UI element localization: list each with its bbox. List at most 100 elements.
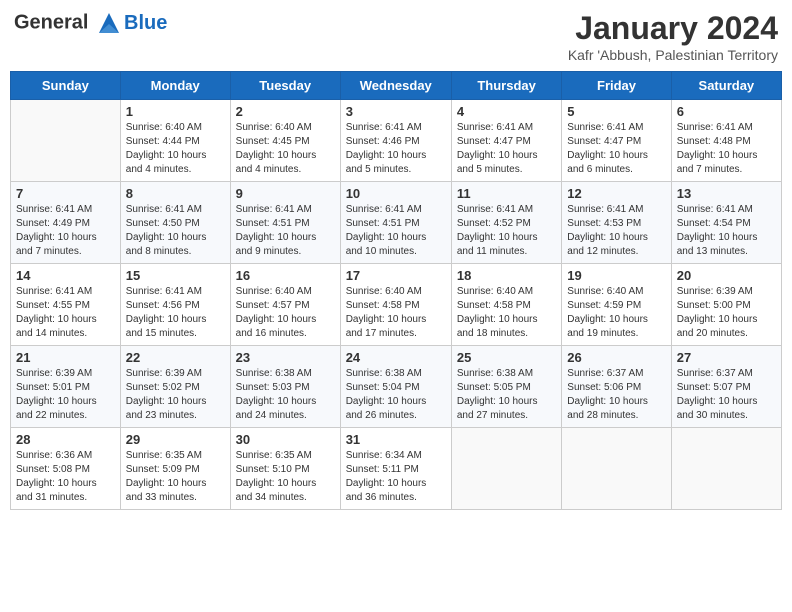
- title-section: January 2024 Kafr 'Abbush, Palestinian T…: [568, 10, 778, 63]
- day-number: 17: [346, 268, 446, 283]
- day-number: 3: [346, 104, 446, 119]
- calendar-cell: 30Sunrise: 6:35 AMSunset: 5:10 PMDayligh…: [230, 428, 340, 510]
- calendar-cell: [11, 100, 121, 182]
- day-number: 20: [677, 268, 776, 283]
- day-info: Sunrise: 6:40 AMSunset: 4:44 PMDaylight:…: [126, 121, 225, 177]
- day-info: Sunrise: 6:35 AMSunset: 5:10 PMDaylight:…: [236, 449, 335, 505]
- day-info: Sunrise: 6:41 AMSunset: 4:53 PMDaylight:…: [567, 203, 665, 259]
- day-info: Sunrise: 6:34 AMSunset: 5:11 PMDaylight:…: [346, 449, 446, 505]
- day-number: 4: [457, 104, 556, 119]
- calendar-cell: 29 Sunrise: 6:35 AMSunset: 5:09 PMDayligh…: [120, 428, 230, 510]
- calendar-cell: [451, 428, 561, 510]
- calendar-cell: 15 Sunrise: 6:41 AMSunset: 4:56 PMDayligh…: [120, 264, 230, 346]
- day-number: 13: [677, 186, 776, 201]
- calendar-week-5: 28 Sunrise: 6:36 AMSunset: 5:08 PMDayligh…: [11, 428, 782, 510]
- weekday-header-wednesday: Wednesday: [340, 72, 451, 100]
- day-number: 1: [126, 104, 225, 119]
- day-number: 28: [16, 432, 115, 447]
- calendar-cell: 8Sunrise: 6:41 AMSunset: 4:50 PMDaylight…: [120, 182, 230, 264]
- page-header: General Blue January 2024 Kafr 'Abbush, …: [10, 10, 782, 63]
- day-number: 25: [457, 350, 556, 365]
- calendar-cell: 6 Sunrise: 6:41 AMSunset: 4:48 PMDaylight…: [671, 100, 781, 182]
- month-title: January 2024: [568, 10, 778, 47]
- calendar-cell: 4 Sunrise: 6:41 AMSunset: 4:47 PMDaylight…: [451, 100, 561, 182]
- day-number: 8: [126, 186, 225, 201]
- day-number: 27: [677, 350, 776, 365]
- day-info: Sunrise: 6:41 AMSunset: 4:51 PMDaylight:…: [346, 203, 446, 259]
- calendar-cell: 18 Sunrise: 6:40 AMSunset: 4:58 PMDayligh…: [451, 264, 561, 346]
- day-number: 19: [567, 268, 665, 283]
- calendar-cell: 11Sunrise: 6:41 AMSunset: 4:52 PMDayligh…: [451, 182, 561, 264]
- day-number: 29: [126, 432, 225, 447]
- calendar-week-4: 21Sunrise: 6:39 AMSunset: 5:01 PMDayligh…: [11, 346, 782, 428]
- calendar-cell: 7 Sunrise: 6:41 AMSunset: 4:49 PMDaylight…: [11, 182, 121, 264]
- day-info: Sunrise: 6:40 AMSunset: 4:59 PMDaylight:…: [567, 285, 665, 341]
- calendar-cell: 1 Sunrise: 6:40 AMSunset: 4:44 PMDaylight…: [120, 100, 230, 182]
- calendar-cell: 31 Sunrise: 6:34 AMSunset: 5:11 PMDayligh…: [340, 428, 451, 510]
- calendar-table: SundayMondayTuesdayWednesdayThursdayFrid…: [10, 71, 782, 510]
- day-info: Sunrise: 6:35 AMSunset: 5:09 PMDaylight:…: [126, 449, 225, 505]
- day-number: 23: [236, 350, 335, 365]
- weekday-header-row: SundayMondayTuesdayWednesdayThursdayFrid…: [11, 72, 782, 100]
- calendar-cell: 27 Sunrise: 6:37 AMSunset: 5:07 PMDayligh…: [671, 346, 781, 428]
- location-subtitle: Kafr 'Abbush, Palestinian Territory: [568, 47, 778, 63]
- day-info: Sunrise: 6:38 AMSunset: 5:03 PMDaylight:…: [236, 367, 335, 423]
- calendar-cell: 26Sunrise: 6:37 AMSunset: 5:06 PMDayligh…: [562, 346, 671, 428]
- calendar-cell: 5 Sunrise: 6:41 AMSunset: 4:47 PMDaylight…: [562, 100, 671, 182]
- day-info: Sunrise: 6:41 AMSunset: 4:55 PMDaylight:…: [16, 285, 115, 341]
- day-number: 14: [16, 268, 115, 283]
- day-number: 16: [236, 268, 335, 283]
- calendar-cell: 21Sunrise: 6:39 AMSunset: 5:01 PMDayligh…: [11, 346, 121, 428]
- weekday-header-friday: Friday: [562, 72, 671, 100]
- weekday-header-sunday: Sunday: [11, 72, 121, 100]
- calendar-cell: 12 Sunrise: 6:41 AMSunset: 4:53 PMDayligh…: [562, 182, 671, 264]
- day-info: Sunrise: 6:39 AMSunset: 5:00 PMDaylight:…: [677, 285, 776, 341]
- day-info: Sunrise: 6:37 AMSunset: 5:06 PMDaylight:…: [567, 367, 665, 423]
- calendar-cell: 20 Sunrise: 6:39 AMSunset: 5:00 PMDayligh…: [671, 264, 781, 346]
- day-number: 5: [567, 104, 665, 119]
- day-info: Sunrise: 6:41 AMSunset: 4:47 PMDaylight:…: [457, 121, 556, 177]
- calendar-cell: 19 Sunrise: 6:40 AMSunset: 4:59 PMDayligh…: [562, 264, 671, 346]
- day-info: Sunrise: 6:37 AMSunset: 5:07 PMDaylight:…: [677, 367, 776, 423]
- day-info: Sunrise: 6:41 AMSunset: 4:49 PMDaylight:…: [16, 203, 115, 259]
- calendar-cell: [671, 428, 781, 510]
- day-info: Sunrise: 6:39 AMSunset: 5:01 PMDaylight:…: [16, 367, 115, 423]
- calendar-week-1: 1 Sunrise: 6:40 AMSunset: 4:44 PMDaylight…: [11, 100, 782, 182]
- day-info: Sunrise: 6:36 AMSunset: 5:08 PMDaylight:…: [16, 449, 115, 505]
- day-number: 24: [346, 350, 446, 365]
- day-info: Sunrise: 6:40 AMSunset: 4:58 PMDaylight:…: [346, 285, 446, 341]
- weekday-header-monday: Monday: [120, 72, 230, 100]
- day-info: Sunrise: 6:40 AMSunset: 4:45 PMDaylight:…: [236, 121, 335, 177]
- day-number: 18: [457, 268, 556, 283]
- day-info: Sunrise: 6:41 AMSunset: 4:46 PMDaylight:…: [346, 121, 446, 177]
- day-number: 6: [677, 104, 776, 119]
- logo-icon: [96, 10, 122, 36]
- day-number: 11: [457, 186, 556, 201]
- day-number: 31: [346, 432, 446, 447]
- calendar-cell: 13Sunrise: 6:41 AMSunset: 4:54 PMDayligh…: [671, 182, 781, 264]
- day-info: Sunrise: 6:41 AMSunset: 4:47 PMDaylight:…: [567, 121, 665, 177]
- day-number: 9: [236, 186, 335, 201]
- day-number: 7: [16, 186, 115, 201]
- day-info: Sunrise: 6:38 AMSunset: 5:04 PMDaylight:…: [346, 367, 446, 423]
- day-number: 15: [126, 268, 225, 283]
- calendar-cell: 17 Sunrise: 6:40 AMSunset: 4:58 PMDayligh…: [340, 264, 451, 346]
- calendar-cell: 10Sunrise: 6:41 AMSunset: 4:51 PMDayligh…: [340, 182, 451, 264]
- day-info: Sunrise: 6:40 AMSunset: 4:58 PMDaylight:…: [457, 285, 556, 341]
- day-info: Sunrise: 6:41 AMSunset: 4:48 PMDaylight:…: [677, 121, 776, 177]
- calendar-cell: 28 Sunrise: 6:36 AMSunset: 5:08 PMDayligh…: [11, 428, 121, 510]
- calendar-cell: 23 Sunrise: 6:38 AMSunset: 5:03 PMDayligh…: [230, 346, 340, 428]
- weekday-header-thursday: Thursday: [451, 72, 561, 100]
- calendar-week-3: 14 Sunrise: 6:41 AMSunset: 4:55 PMDayligh…: [11, 264, 782, 346]
- day-number: 22: [126, 350, 225, 365]
- day-info: Sunrise: 6:41 AMSunset: 4:56 PMDaylight:…: [126, 285, 225, 341]
- weekday-header-saturday: Saturday: [671, 72, 781, 100]
- calendar-cell: 3 Sunrise: 6:41 AMSunset: 4:46 PMDaylight…: [340, 100, 451, 182]
- logo-blue: Blue: [124, 12, 167, 34]
- day-number: 12: [567, 186, 665, 201]
- calendar-cell: 24 Sunrise: 6:38 AMSunset: 5:04 PMDayligh…: [340, 346, 451, 428]
- calendar-cell: 9 Sunrise: 6:41 AMSunset: 4:51 PMDaylight…: [230, 182, 340, 264]
- day-info: Sunrise: 6:41 AMSunset: 4:51 PMDaylight:…: [236, 203, 335, 259]
- day-number: 2: [236, 104, 335, 119]
- logo: General Blue: [14, 10, 167, 36]
